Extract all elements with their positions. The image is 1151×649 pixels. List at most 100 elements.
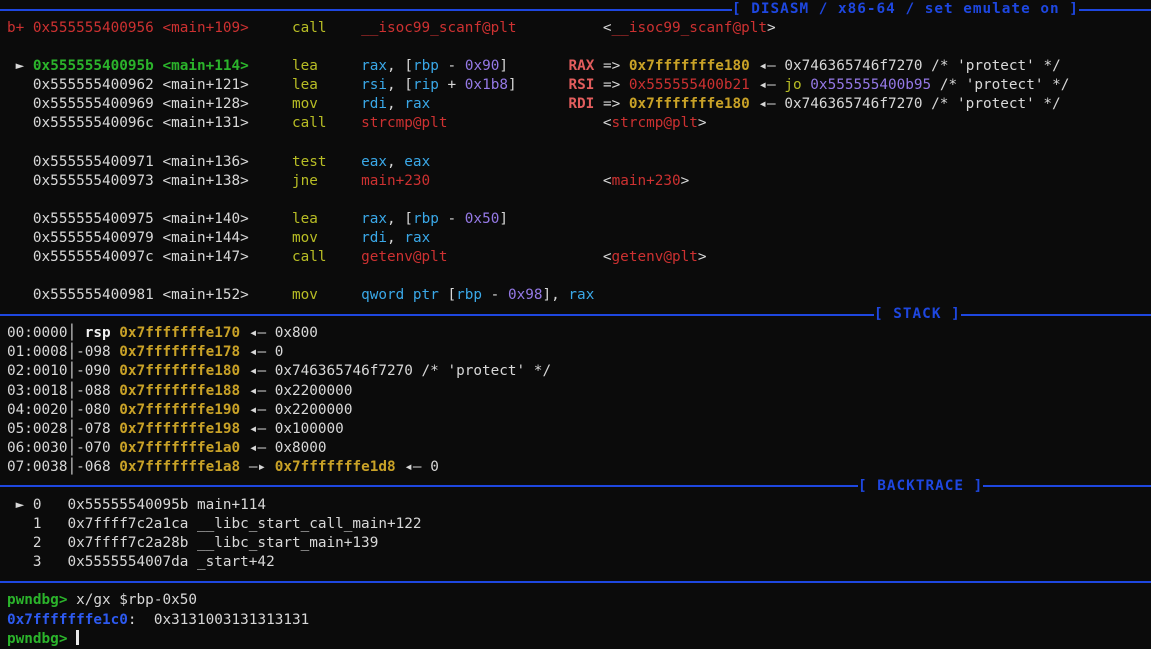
text-segment (327, 249, 362, 265)
text-segment: 0x2200000 (275, 383, 353, 399)
stack-line: 06:0030│-070 0x7fffffffe1a0 ◂— 0x8000 (7, 439, 1151, 458)
text-segment: rdi (361, 96, 387, 112)
text-segment: lea (292, 58, 318, 74)
text-segment (111, 325, 120, 341)
text-segment: 0x55555540096c <main+131> (7, 115, 249, 131)
text-segment: │ (67, 421, 76, 437)
text-segment: rip (413, 77, 439, 93)
text-segment: 0x555555400969 <main+128> (7, 96, 249, 112)
text-segment: __isoc99_scanf@plt (361, 20, 516, 36)
text-segment (111, 363, 120, 379)
text-segment: ► 0 0x55555540095b main+114 (7, 497, 266, 513)
text-segment: 0x800 (275, 325, 318, 341)
console-line[interactable]: 0x7fffffffe1c0: 0x3131003131313131 (7, 611, 1151, 630)
text-segment: 0x555555400b21 (629, 77, 750, 93)
text-segment (111, 440, 120, 456)
disasm-line (7, 191, 1151, 210)
text-segment: rax (568, 287, 594, 303)
text-segment: -088 (76, 383, 111, 399)
text-segment (111, 421, 120, 437)
stack-line: 03:0018│-088 0x7fffffffe188 ◂— 0x2200000 (7, 382, 1151, 401)
disasm-line: 0x555555400971 <main+136> test eax, eax (7, 153, 1151, 172)
text-segment: 0x7fffffffe190 (119, 402, 240, 418)
text-segment: ◂— (750, 96, 785, 112)
console-separator (0, 572, 1151, 591)
text-segment (249, 96, 292, 112)
terminal-cursor[interactable] (76, 630, 79, 645)
terminal: [ DISASM / x86-64 / set emulate on ] b+ … (0, 0, 1151, 649)
text-segment: 2 0x7ffff7c2a28b __libc_start_main+139 (7, 535, 378, 551)
text-segment: rax (404, 96, 430, 112)
text-segment (517, 77, 569, 93)
text-segment: 0x7fffffffe178 (119, 344, 240, 360)
text-segment: ◂— (750, 77, 785, 93)
text-segment: 0x50 (465, 211, 500, 227)
text-segment: getenv@plt (612, 249, 698, 265)
text-segment: 0x555555400979 <main+144> (7, 230, 249, 246)
text-segment: ] (499, 211, 508, 227)
text-segment: 0x555555400975 <main+140> (7, 211, 249, 227)
text-segment: call (292, 20, 327, 36)
text-segment: : (128, 612, 154, 628)
text-segment: RSI (568, 77, 594, 93)
console-line[interactable]: pwndbg> (7, 630, 1151, 649)
header-line-left (0, 314, 874, 316)
text-segment: getenv@plt (361, 249, 447, 265)
text-segment: │ (67, 459, 76, 475)
console-line[interactable]: pwndbg> x/gx $rbp-0x50 (7, 591, 1151, 610)
text-segment: - (439, 58, 465, 74)
text-segment: 0x7fffffffe198 (119, 421, 240, 437)
disasm-line: b+ 0x555555400956 <main+109> call __isoc… (7, 19, 1151, 38)
text-segment: 0x3131003131313131 (154, 612, 309, 628)
text-segment: ◂— (240, 440, 275, 456)
disasm-line (7, 267, 1151, 286)
text-segment: lea (292, 77, 318, 93)
text-segment (249, 173, 292, 189)
text-segment: mov (292, 96, 318, 112)
backtrace-line: 1 0x7ffff7c2a1ca __libc_start_call_main+… (7, 515, 1151, 534)
text-segment: ◂— (396, 459, 431, 475)
text-segment: 0x55555540095b <main+114> (33, 58, 249, 74)
backtrace-pane-title: [ BACKTRACE ] (858, 477, 983, 496)
disasm-line: 0x555555400975 <main+140> lea rax, [rbp … (7, 210, 1151, 229)
text-segment: rsp (85, 325, 111, 341)
text-segment: 0x7fffffffe188 (119, 383, 240, 399)
text-segment: rdi (361, 230, 387, 246)
stack-line: 07:0038│-068 0x7fffffffe1a8 —▸ 0x7ffffff… (7, 458, 1151, 477)
text-segment: │ (67, 402, 76, 418)
console-input-area[interactable]: pwndbg> x/gx $rbp-0x500x7fffffffe1c0: 0x… (0, 591, 1151, 648)
text-segment: ◂— (240, 363, 275, 379)
text-segment: │ (67, 383, 76, 399)
backtrace-pane-header: [ BACKTRACE ] (0, 477, 1151, 496)
text-segment: │ (67, 344, 76, 360)
text-segment: < (603, 20, 612, 36)
disasm-line: 0x555555400962 <main+121> lea rsi, [rip … (7, 76, 1151, 95)
text-segment: qword ptr (361, 287, 447, 303)
text-segment: -090 (76, 363, 111, 379)
text-segment: ◂— (240, 421, 275, 437)
disasm-line: 0x55555540097c <main+147> call getenv@pl… (7, 248, 1151, 267)
text-segment: mov (292, 230, 318, 246)
text-segment: > (681, 173, 690, 189)
disasm-line: 0x555555400973 <main+138> jne main+230 <… (7, 172, 1151, 191)
text-segment: 0x555555400981 <main+152> (7, 287, 249, 303)
text-segment: 0x7fffffffe180 (629, 58, 750, 74)
stack-pane: 00:0000│ rsp 0x7fffffffe170 ◂— 0x80001:0… (0, 324, 1151, 477)
header-line-right (983, 485, 1151, 487)
disasm-pane-title: [ DISASM / x86-64 / set emulate on ] (732, 0, 1079, 19)
text-segment: ◂— (240, 402, 275, 418)
text-segment: 0x7fffffffe1a0 (119, 440, 240, 456)
text-segment: - (439, 211, 465, 227)
text-segment: /* 'protect' */ (931, 77, 1069, 93)
text-segment: < (603, 173, 612, 189)
text-segment: strcmp@plt (612, 115, 698, 131)
text-segment: ] (508, 77, 517, 93)
text-segment: ◂— (750, 58, 785, 74)
stack-line: 01:0008│-098 0x7fffffffe178 ◂— 0 (7, 343, 1151, 362)
text-segment: 04:0020 (7, 402, 67, 418)
text-segment: lea (292, 211, 318, 227)
text-segment: - (482, 287, 508, 303)
separator-line (0, 581, 1151, 583)
text-segment (447, 249, 602, 265)
text-segment: 0x555555400b95 (810, 77, 931, 93)
